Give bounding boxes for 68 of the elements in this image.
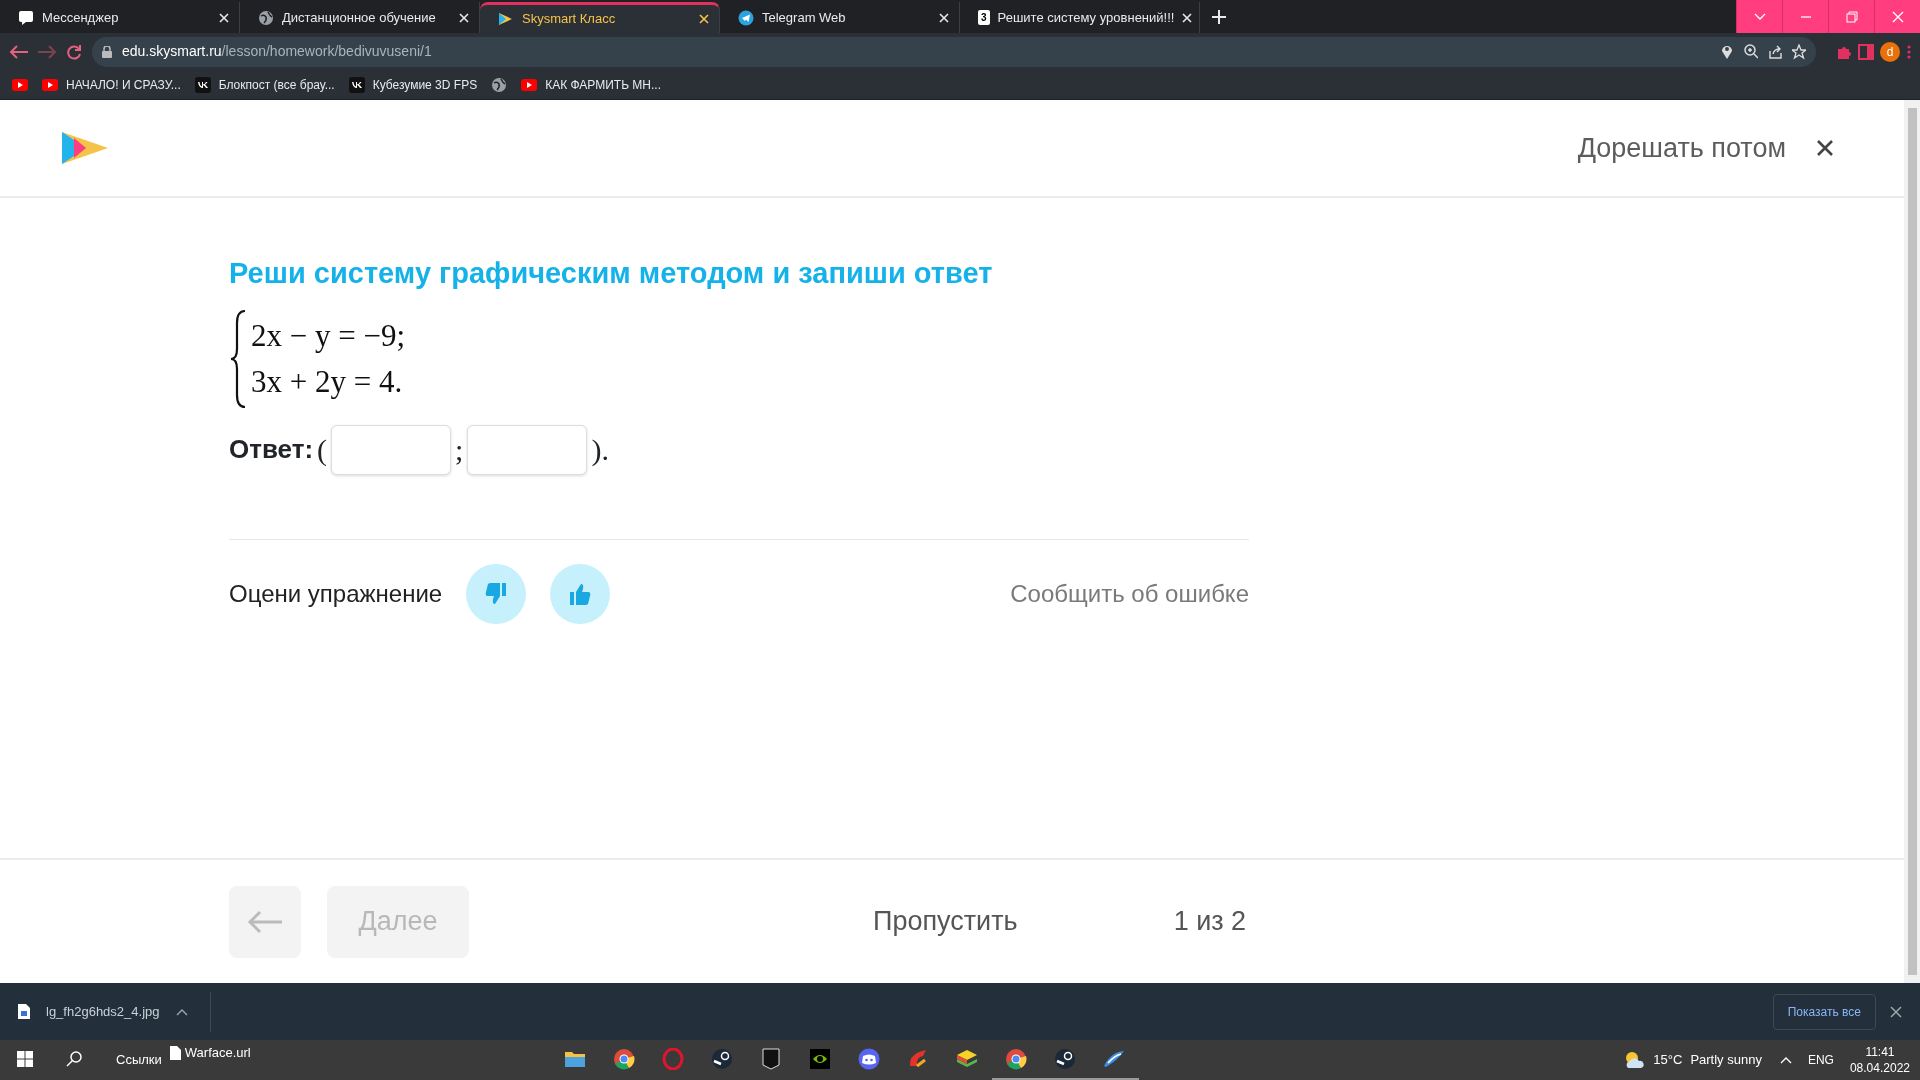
location-pin-icon[interactable] — [1720, 43, 1734, 60]
browser-circle-icon[interactable] — [1005, 1048, 1028, 1070]
clock[interactable]: 11:41 08.04.2022 — [1839, 1044, 1920, 1076]
globe-icon[interactable] — [491, 76, 508, 93]
close-icon[interactable] — [1890, 1005, 1902, 1018]
shield-icon[interactable] — [760, 1048, 783, 1070]
scrollbar[interactable] — [1904, 100, 1920, 983]
shortcut-link[interactable]: Warface.url — [169, 1043, 251, 1063]
play-logo-icon — [498, 11, 514, 27]
search-icon[interactable] — [65, 1051, 82, 1067]
menu-icon[interactable] — [1906, 43, 1912, 60]
separator: ; — [455, 432, 464, 469]
vk-icon — [194, 76, 211, 93]
address-bar[interactable]: edu.skysmart.ru/lesson/homework/bedivuvuseni/1 — [92, 36, 1816, 67]
play-icon — [42, 76, 58, 93]
task-title: Реши систему графическим методом и запиши ответ — [229, 256, 994, 291]
file-icon — [169, 1045, 181, 1060]
zoom-icon[interactable] — [1744, 43, 1758, 60]
layers-icon[interactable] — [956, 1048, 979, 1070]
progress-counter: 1 из 2 — [1173, 905, 1247, 939]
chevron-up-icon[interactable] — [1779, 1056, 1792, 1064]
share-icon[interactable] — [1768, 43, 1782, 60]
temperature-label: 15°C — [1653, 1051, 1683, 1070]
wing-logo-icon[interactable] — [1103, 1048, 1126, 1070]
eye-logo-icon[interactable] — [809, 1048, 832, 1070]
browser-circle-icon[interactable] — [613, 1048, 636, 1070]
bookmark-link[interactable]: КАК ФАРМИТЬ МН... — [521, 75, 661, 94]
star-icon[interactable] — [1792, 43, 1806, 60]
bookmark-link[interactable]: Кубезумие 3D FPS — [348, 75, 478, 94]
show-all-button[interactable]: Показать все — [1772, 993, 1876, 1030]
browser-tab[interactable]: Skysmart Класс — [480, 2, 720, 33]
plus-icon[interactable] — [1212, 10, 1226, 24]
favicon-badge: 3 — [978, 10, 990, 25]
play-icon — [521, 76, 538, 93]
parenthesis: ). — [591, 432, 609, 469]
close-icon[interactable] — [1816, 139, 1834, 157]
chat-bubble-icon — [18, 9, 34, 26]
equation: 2x − y = −9; — [251, 316, 406, 355]
url-text: edu.skysmart.ru/lesson/homework/bedivuvuseni/1 — [122, 42, 432, 61]
globe-icon — [258, 9, 274, 26]
side-panel-icon[interactable] — [1858, 43, 1874, 60]
finish-later-link[interactable]: Дорешать потом — [1577, 127, 1786, 169]
game-controller-icon[interactable] — [858, 1048, 881, 1070]
back-arrow-icon — [246, 909, 284, 934]
vk-icon — [348, 76, 365, 93]
paper-plane-icon — [738, 9, 754, 26]
back-arrow-icon[interactable] — [8, 43, 30, 60]
steam-icon[interactable] — [711, 1048, 734, 1070]
download-item[interactable]: lg_fh2g6hds2_4.jpg — [18, 1001, 188, 1022]
bookmark-link[interactable]: Блокпост (все брау... — [194, 75, 335, 94]
play-icon[interactable] — [12, 76, 28, 93]
cloud-sun-icon — [1623, 1051, 1646, 1069]
report-error-link[interactable]: Сообщить об ошибке — [1010, 575, 1249, 612]
lock-icon — [102, 45, 112, 58]
language-indicator[interactable]: ENG — [1807, 1051, 1834, 1069]
equation: 3x + 2y = 4. — [251, 362, 404, 401]
steam-icon[interactable] — [1054, 1048, 1077, 1070]
file-icon — [18, 1004, 30, 1019]
skip-link[interactable]: Пропустить — [873, 901, 1018, 942]
windows-logo-icon[interactable] — [16, 1051, 33, 1067]
play-logo-icon[interactable] — [62, 130, 110, 166]
chevron-up-icon — [175, 1007, 188, 1016]
parenthesis: ( — [317, 432, 328, 469]
bookmark-link[interactable]: НАЧАЛО! И СРАЗУ... — [42, 75, 181, 94]
rating-label: Оцени упражнение — [229, 578, 443, 609]
weather-label: Partly sunny — [1690, 1051, 1762, 1070]
answer-label: Ответ: — [229, 433, 314, 467]
links-toolbar-label: Ссылки — [116, 1051, 162, 1070]
